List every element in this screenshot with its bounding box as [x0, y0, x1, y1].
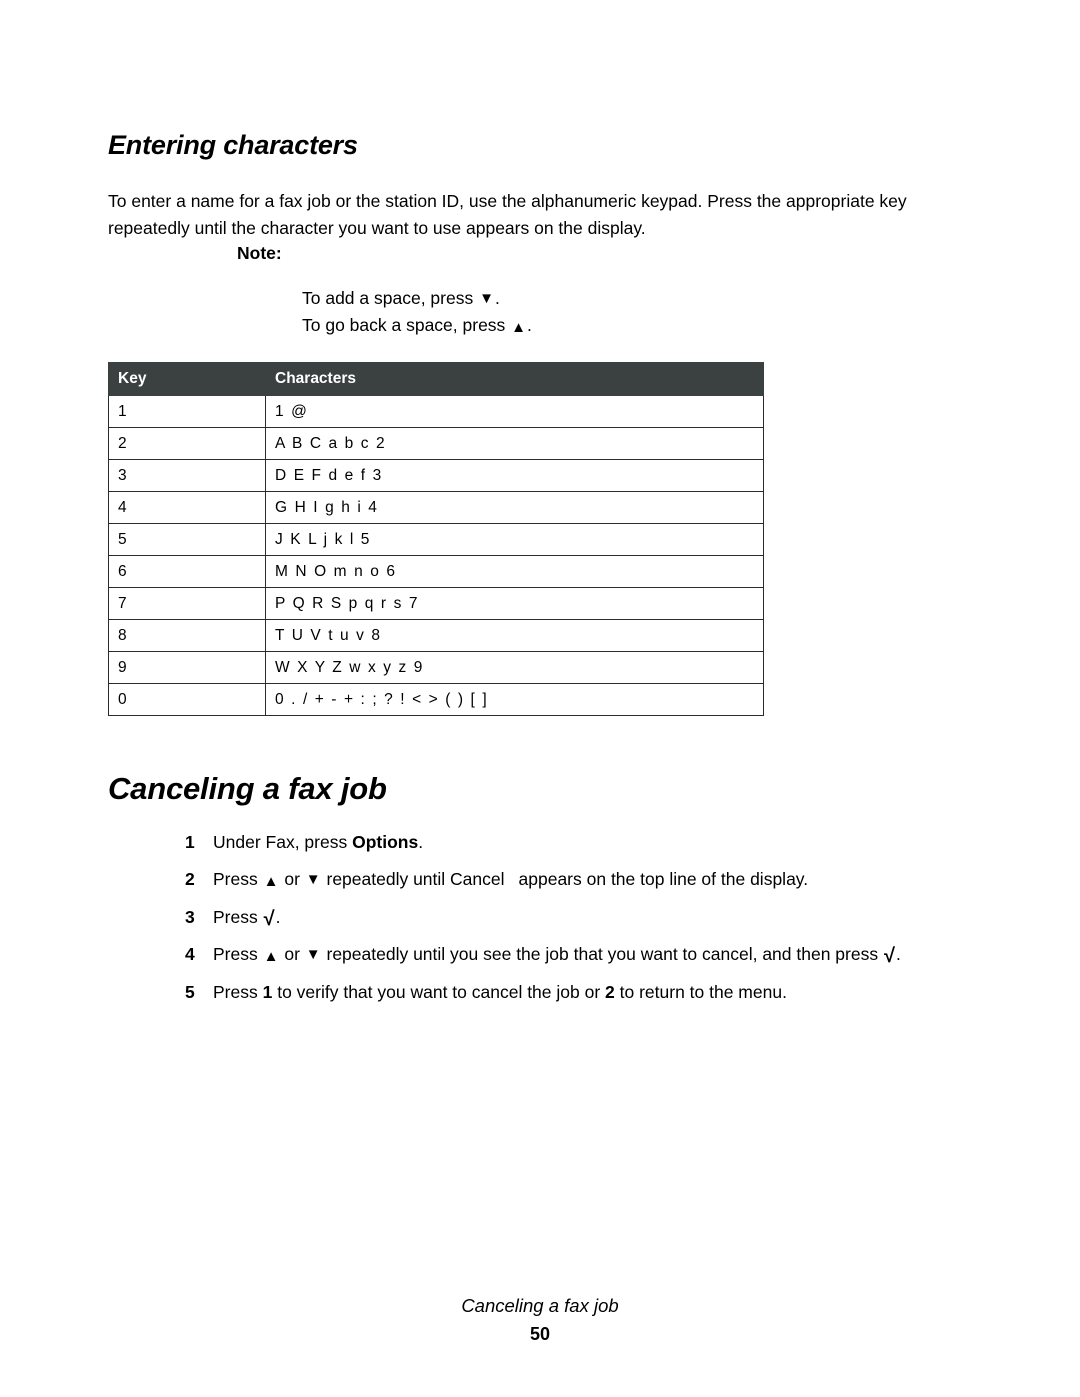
note-line-back-space-text: To go back a space, press: [302, 314, 511, 335]
table-row: 00 . / + - + : ; ? ! < > ( ) [ ]: [108, 683, 764, 716]
step-text-run: Press: [213, 906, 263, 927]
check-select-icon: √: [883, 945, 895, 967]
step-text-run: repeatedly until Cancel: [321, 869, 505, 889]
cell-characters: G H I g h i 4: [265, 491, 764, 524]
table-body: 11 @2 A B C a b c 23D E F d e f 34G H I g…: [108, 395, 764, 716]
step-text-run: to verify that you want to cancel the jo…: [272, 981, 606, 1002]
step-text-run: .: [418, 831, 424, 852]
note-label: Note:: [237, 243, 282, 263]
cell-characters: A B C a b c 2: [265, 427, 764, 460]
document-page: Entering characters To enter a name for …: [0, 0, 1080, 1397]
cell-key: 3: [108, 459, 266, 492]
column-header-key: Key: [108, 362, 266, 396]
step-text-run: Press: [213, 869, 263, 889]
step-text-run: or: [279, 944, 305, 964]
cell-key: 6: [108, 555, 266, 588]
table-row: 4G H I g h i 4: [108, 491, 764, 524]
step-text-run: .: [275, 906, 281, 927]
step-text-run: or: [279, 869, 305, 889]
character-mapping-table: Key Characters 11 @2 A B C a b c 23D E F …: [108, 362, 764, 716]
cell-key: 2: [108, 427, 266, 460]
step-text-run: Under Fax, press: [213, 831, 353, 852]
footer-page-number: 50: [529, 1324, 551, 1344]
step-text: Press ▲ or ▼ repeatedly until you see th…: [213, 942, 1065, 967]
page-title-canceling-fax-job: Canceling a fax job: [108, 770, 387, 806]
step-text-run: .: [895, 944, 901, 964]
note-line-add-space: To add a space, press ▼.: [302, 285, 532, 312]
table-header-row: Key Characters: [108, 362, 764, 396]
check-select-icon: √: [263, 907, 275, 930]
cell-characters: W X Y Z w x y z 9: [265, 651, 764, 684]
table-row: 6M N O m n o 6: [108, 555, 764, 588]
step-text: Press 1 to verify that you want to cance…: [213, 980, 1065, 1005]
cell-key: 1: [108, 395, 266, 428]
cell-characters: J K L j k l 5: [265, 523, 764, 556]
step-number: 4: [185, 944, 195, 964]
table-row: 5J K L j k l 5: [108, 523, 764, 556]
step-text-run: appears on the top line of the display.: [518, 869, 809, 889]
step-number: 2: [185, 869, 195, 889]
canceling-steps-list: 1 Under Fax, press Options. 2 Press ▲ or ▼ …: [145, 830, 1065, 1018]
emphasis-text: 2: [605, 981, 615, 1002]
step-text: Under Fax, press Options.: [213, 830, 1065, 855]
step-number: 5: [185, 981, 195, 1002]
step-text: Press √.: [213, 905, 1065, 930]
cell-characters: 0 . / + - + : ; ? ! < > ( ) [ ]: [265, 683, 764, 716]
cell-characters: T U V t u v 8: [265, 619, 764, 652]
footer-title: Canceling a fax job: [461, 1295, 619, 1316]
cell-characters: M N O m n o 6: [265, 555, 764, 588]
step-number: 1: [185, 831, 195, 852]
cell-key: 8: [108, 619, 266, 652]
step-item: 1 Under Fax, press Options.: [185, 830, 1065, 855]
note-line-add-space-period: .: [494, 288, 500, 308]
note-line-back-space-period: .: [527, 314, 532, 335]
step-item: 4 Press ▲ or ▼ repeatedly until you see t…: [185, 942, 1065, 967]
triangle-up-icon: ▲: [263, 873, 279, 890]
triangle-up-icon: ▲: [511, 318, 527, 336]
intro-paragraph: To enter a name for a fax job or the sta…: [108, 190, 907, 238]
note-line-add-space-text: To add a space, press: [302, 288, 479, 308]
step-text-run: to return to the menu.: [614, 981, 787, 1002]
cell-key: 0: [108, 683, 266, 716]
triangle-up-icon: ▲: [263, 948, 279, 965]
cell-key: 5: [108, 523, 266, 556]
triangle-down-icon: ▼: [479, 290, 494, 307]
table-row: 9W X Y Z w x y z 9: [108, 651, 764, 684]
cell-characters: D E F d e f 3: [265, 459, 764, 492]
cell-characters: P Q R S p q r s 7: [265, 587, 764, 620]
cell-characters: 1 @: [265, 395, 764, 428]
column-header-characters: Characters: [265, 362, 764, 396]
step-number: 3: [185, 906, 195, 927]
step-text-run: Press: [213, 981, 263, 1002]
step-text: Press ▲ or ▼ repeatedly until Cancel appe…: [213, 867, 1065, 892]
table-row: 3D E F d e f 3: [108, 459, 764, 492]
step-item: 2 Press ▲ or ▼ repeatedly until Cancel app…: [185, 867, 1065, 892]
page-title-entering-characters: Entering characters: [108, 130, 358, 161]
step-text-run: Press: [213, 944, 263, 964]
table-row: 8T U V t u v 8: [108, 619, 764, 652]
note-line-back-space: To go back a space, press ▲.: [302, 312, 532, 339]
triangle-down-icon: ▼: [305, 946, 321, 963]
cell-key: 4: [108, 491, 266, 524]
cell-key: 7: [108, 587, 266, 620]
step-item: 5 Press 1 to verify that you want to canc…: [185, 980, 1065, 1005]
emphasis-text: 1: [262, 981, 273, 1002]
step-text-run: repeatedly until you see the job that yo…: [321, 944, 883, 964]
cell-key: 9: [108, 651, 266, 684]
emphasis-text: Options: [352, 831, 419, 852]
table-row: 11 @: [108, 395, 764, 428]
step-item: 3 Press √.: [185, 905, 1065, 930]
table-row: 7P Q R S p q r s 7: [108, 587, 764, 620]
note-body: To add a space, press ▼. To go back a sp…: [302, 285, 532, 338]
table-row: 2A B C a b c 2: [108, 427, 764, 460]
triangle-down-icon: ▼: [305, 871, 321, 888]
